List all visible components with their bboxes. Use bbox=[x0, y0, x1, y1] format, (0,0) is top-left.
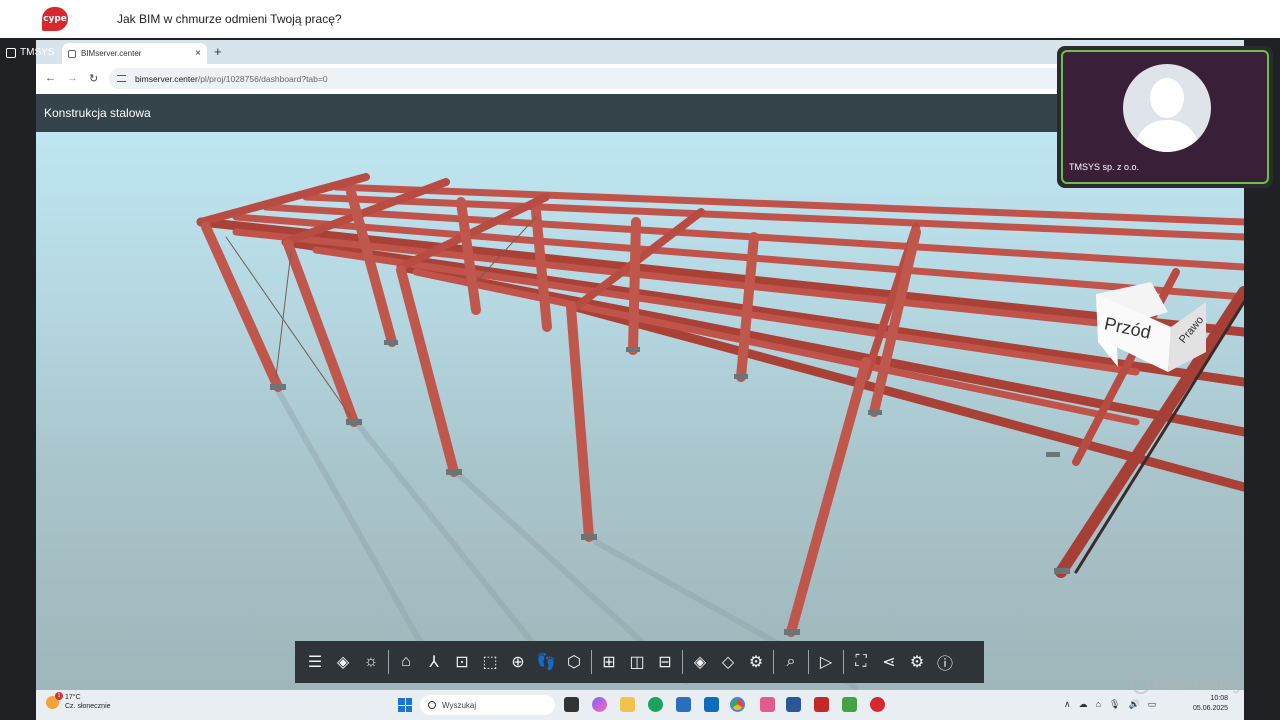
webcam-video: TMSYS sp. z o.o. bbox=[1061, 50, 1269, 184]
battery-icon[interactable]: ▭ bbox=[1148, 699, 1157, 710]
webcam-participant-name: TMSYS sp. z o.o. bbox=[1069, 162, 1140, 172]
toolbar-divider bbox=[773, 650, 774, 674]
copilot-icon[interactable] bbox=[592, 697, 607, 712]
start-button[interactable] bbox=[398, 698, 412, 712]
help-icon[interactable]: ⓘ bbox=[931, 648, 959, 676]
mic-icon[interactable]: 🎙 bbox=[1109, 699, 1120, 710]
weather-desc: Cz. słonecznie bbox=[65, 703, 111, 710]
share-icon[interactable]: ⋖ bbox=[875, 648, 903, 676]
snipping-icon[interactable] bbox=[842, 697, 857, 712]
home-icon[interactable]: ⌂ bbox=[392, 648, 420, 676]
back-icon[interactable]: ← bbox=[45, 72, 56, 84]
avatar bbox=[1123, 64, 1211, 152]
close-tab-icon[interactable]: × bbox=[195, 48, 201, 59]
layers-settings-icon[interactable]: ⚙ bbox=[742, 648, 770, 676]
zoom-window-icon[interactable]: ⬚ bbox=[476, 648, 504, 676]
presenter-name: TMSYS bbox=[20, 47, 55, 58]
search-icon bbox=[428, 701, 436, 709]
toolbar-divider bbox=[682, 650, 683, 674]
clock[interactable]: 10:08 05.06.2025 bbox=[1193, 694, 1228, 714]
walk-icon[interactable]: 👣 bbox=[532, 648, 560, 676]
clock-date: 05.06.2025 bbox=[1193, 705, 1229, 712]
toolbar-divider bbox=[591, 650, 592, 674]
weather-temp: 17°C bbox=[65, 694, 81, 701]
layers-alt-icon[interactable]: ◇ bbox=[714, 648, 742, 676]
webinar-title-bar: cype Jak BIM w chmurze odmieni Twoją pra… bbox=[0, 0, 1280, 38]
chevron-up-icon[interactable]: ∧ bbox=[1064, 699, 1071, 710]
site-favicon-icon bbox=[68, 49, 76, 58]
toolbar-divider bbox=[843, 650, 844, 674]
watermark-text: ClickMeeting bbox=[1154, 677, 1241, 693]
axes-icon[interactable]: ⅄ bbox=[420, 648, 448, 676]
task-view-icon[interactable] bbox=[564, 697, 579, 712]
url-input[interactable]: bimserver.center /pl/proj/1028756/dashbo… bbox=[109, 68, 1159, 89]
clickmeeting-watermark: ClickMeeting bbox=[1132, 676, 1240, 694]
layers-icon[interactable]: ◈ bbox=[329, 648, 357, 676]
view-cube[interactable]: Przód Prawo bbox=[1096, 282, 1206, 372]
clickmeeting-logo-icon bbox=[1132, 676, 1150, 694]
teams-icon[interactable] bbox=[760, 697, 775, 712]
notification-badge: 1 bbox=[55, 691, 63, 700]
light-icon[interactable]: ☼ bbox=[357, 648, 385, 676]
screen-share-icon bbox=[6, 47, 16, 58]
project-title: Konstrukcja stalowa bbox=[44, 106, 151, 120]
new-tab-button[interactable]: + bbox=[214, 44, 222, 59]
split-view-icon[interactable]: ⊞ bbox=[595, 648, 623, 676]
3d-viewport[interactable]: Przód Prawo bbox=[36, 132, 1244, 690]
onedrive-icon[interactable]: ☁ bbox=[1079, 699, 1088, 710]
site-info-icon[interactable] bbox=[117, 75, 126, 82]
toolbar-divider bbox=[808, 650, 809, 674]
url-host: bimserver.center bbox=[135, 73, 198, 84]
clock-time: 10:08 bbox=[1210, 695, 1229, 702]
fullscreen-icon[interactable]: ⛶ bbox=[847, 648, 875, 676]
cype-red-icon[interactable] bbox=[870, 697, 885, 712]
menu-icon[interactable]: ☰ bbox=[301, 648, 329, 676]
zoom-extents-icon[interactable]: ⊡ bbox=[448, 648, 476, 676]
orbit-icon[interactable]: ⊕ bbox=[504, 648, 532, 676]
network-icon[interactable]: ⌂ bbox=[1096, 699, 1101, 710]
play-icon[interactable]: ▷ bbox=[812, 648, 840, 676]
volume-icon[interactable]: 🔊 bbox=[1128, 699, 1139, 710]
layers-stack-icon[interactable]: ◈ bbox=[686, 648, 714, 676]
cype-app-icon[interactable] bbox=[814, 697, 829, 712]
steel-structure-model bbox=[196, 173, 1244, 690]
taskbar-search[interactable]: Wyszukaj bbox=[420, 695, 555, 715]
split-horizontal-icon[interactable]: ◫ bbox=[623, 648, 651, 676]
file-explorer-icon[interactable] bbox=[620, 697, 635, 712]
chrome-icon[interactable] bbox=[730, 697, 745, 712]
webinar-title: Jak BIM w chmurze odmieni Twoją pracę? bbox=[117, 12, 342, 26]
webcam-panel[interactable]: TMSYS sp. z o.o. bbox=[1057, 46, 1273, 188]
outlook-icon[interactable] bbox=[704, 697, 719, 712]
reload-icon[interactable]: ↻ bbox=[89, 72, 98, 85]
word-icon[interactable] bbox=[786, 697, 801, 712]
forward-icon[interactable]: → bbox=[67, 72, 78, 84]
weather-sun-icon: 1 bbox=[46, 691, 63, 709]
windows-taskbar: 1 17°C Cz. słonecznie Wyszukaj ∧ ☁ ⌂ 🎙 🔊… bbox=[36, 690, 1244, 720]
search-placeholder: Wyszukaj bbox=[442, 700, 477, 710]
section-box-icon[interactable]: ⬡ bbox=[560, 648, 588, 676]
split-vertical-icon[interactable]: ⊟ bbox=[651, 648, 679, 676]
tab-bimserver[interactable]: BIMserver.center × bbox=[62, 43, 207, 64]
search-icon[interactable]: ⌕ bbox=[777, 648, 805, 676]
viewer-toolbar: ☰ ◈ ☼ ⌂ ⅄ ⊡ ⬚ ⊕ 👣 ⬡ ⊞ ◫ ⊟ ◈ ◇ ⚙ ⌕ ▷ ⛶ ⋖ … bbox=[295, 641, 984, 683]
store-icon[interactable] bbox=[676, 697, 691, 712]
edge-icon[interactable] bbox=[648, 697, 663, 712]
tab-title: BIMserver.center bbox=[81, 49, 142, 58]
cype-logo: cype bbox=[42, 7, 68, 31]
url-path: /pl/proj/1028756/dashboard?tab=0 bbox=[197, 73, 328, 84]
system-tray[interactable]: ∧ ☁ ⌂ 🎙 🔊 ▭ bbox=[1064, 699, 1156, 710]
weather-widget[interactable]: 1 17°C Cz. słonecznie bbox=[46, 691, 111, 711]
toolbar-divider bbox=[388, 650, 389, 674]
settings-icon[interactable]: ⚙ bbox=[903, 648, 931, 676]
presenter-label: TMSYS bbox=[6, 47, 54, 58]
